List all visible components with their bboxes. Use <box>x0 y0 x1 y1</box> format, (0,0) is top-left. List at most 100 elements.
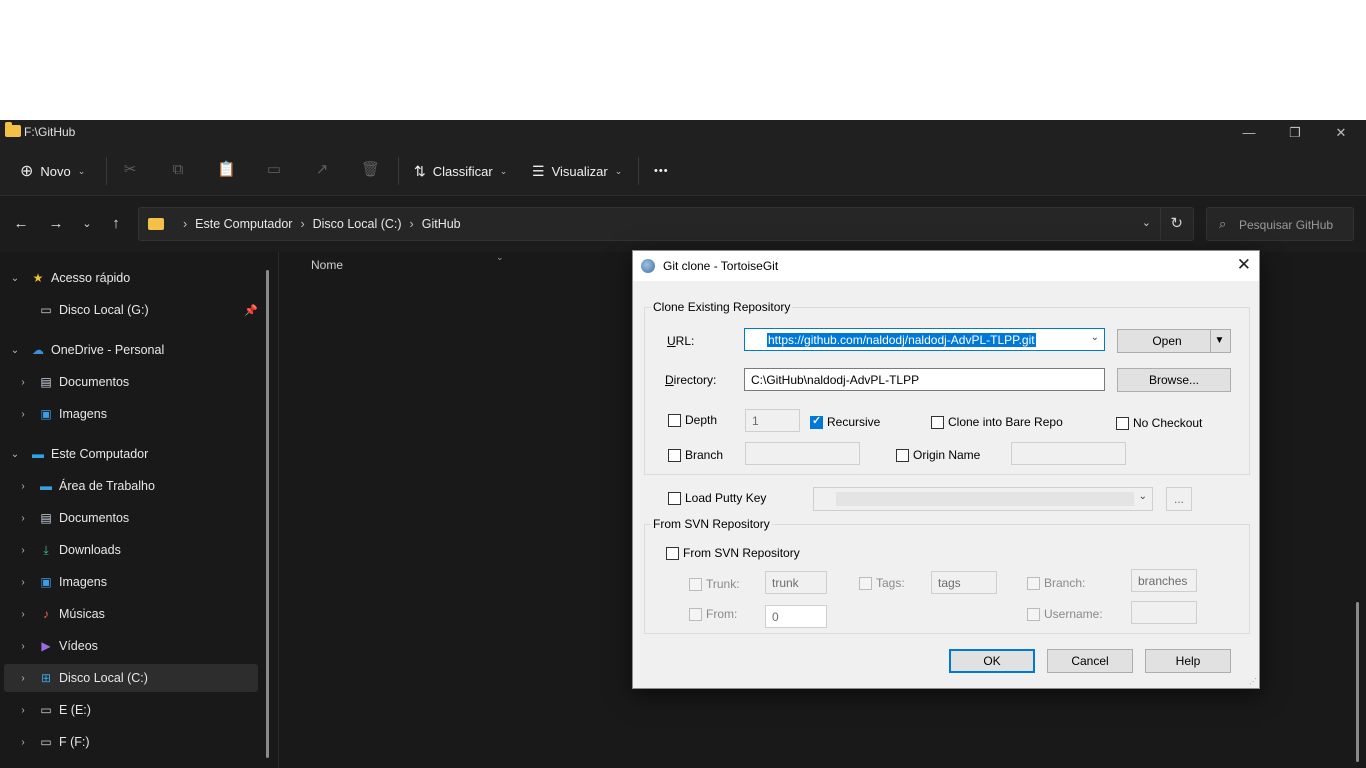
breadcrumb-item[interactable]: Disco Local (C:) <box>313 217 402 231</box>
sidebar-item[interactable]: › ▭ E (E:) <box>0 696 258 724</box>
bare-repo-checkbox[interactable]: Clone into Bare Repo <box>931 415 1063 429</box>
sidebar-item[interactable]: › ▣ Imagens <box>0 400 258 428</box>
chevron-down-icon: ⌄ <box>614 165 623 176</box>
chevron-down-icon[interactable]: ⌄ <box>1091 332 1099 343</box>
directory-field[interactable]: C:\GitHub\naldodj-AdvPL-TLPP <box>744 368 1105 391</box>
copy-icon[interactable]: ⧉ <box>169 161 187 179</box>
minimize-button[interactable]: — <box>1226 120 1272 146</box>
sidebar-item[interactable]: › ▤ Documentos <box>0 504 258 532</box>
address-bar[interactable]: › Este Computador › Disco Local (C:) › G… <box>138 207 1194 241</box>
trunk-field[interactable]: trunk <box>765 571 827 594</box>
from-checkbox[interactable]: From: <box>689 607 737 621</box>
help-button[interactable]: Help <box>1145 649 1231 673</box>
sidebar-item[interactable]: › ▶ Vídeos <box>0 632 258 660</box>
column-header-name[interactable]: Nome <box>311 258 343 272</box>
chevron-down-icon[interactable]: ⌄ <box>10 449 20 460</box>
up-arrow-icon[interactable]: ↑ <box>106 215 126 233</box>
share-icon[interactable]: ↗ <box>313 161 331 179</box>
close-icon[interactable]: ✕ <box>1237 255 1251 275</box>
sort-button[interactable]: ⇅ Classificar ⌄ <box>414 158 507 184</box>
cut-icon[interactable]: ✂ <box>121 161 139 179</box>
sidebar-item[interactable]: › ▭ F (F:) <box>0 728 258 756</box>
putty-browse-button[interactable]: ... <box>1166 487 1192 511</box>
chevron-right-icon[interactable]: › <box>18 737 28 748</box>
new-button[interactable]: ⊕ Novo ⌄ <box>20 158 85 184</box>
tags-field[interactable]: tags <box>931 571 997 594</box>
sidebar-item-label: Documentos <box>59 375 130 389</box>
rename-icon[interactable]: ▭ <box>265 161 283 179</box>
sidebar-item[interactable]: ⌄ ★ Acesso rápido <box>0 264 258 292</box>
branch-field[interactable] <box>745 442 860 465</box>
chevron-right-icon[interactable]: › <box>18 705 28 716</box>
chevron-right-icon[interactable]: › <box>18 641 28 652</box>
sidebar-item[interactable]: › ▤ Documentos <box>0 368 258 396</box>
sidebar-item[interactable]: › ♪ Músicas <box>0 600 258 628</box>
close-button[interactable]: ✕ <box>1318 120 1364 146</box>
svn-branch-checkbox[interactable]: Branch: <box>1027 576 1085 590</box>
search-box[interactable]: ⌕ Pesquisar GitHub <box>1206 207 1354 241</box>
origin-name-checkbox[interactable]: Origin Name <box>896 448 980 462</box>
depth-field[interactable]: 1 <box>745 409 800 432</box>
forward-arrow-icon[interactable]: → <box>46 215 66 233</box>
origin-name-field[interactable] <box>1011 442 1126 465</box>
svn-branch-field[interactable]: branches <box>1131 569 1197 592</box>
browse-button[interactable]: Browse... <box>1117 368 1231 392</box>
resize-grip-icon[interactable]: ⋰ <box>1249 677 1257 686</box>
chevron-right-icon[interactable]: › <box>18 577 28 588</box>
tags-checkbox[interactable]: Tags: <box>859 576 905 590</box>
breadcrumb-chevron-icon: › <box>409 217 414 231</box>
ok-button[interactable]: OK <box>949 649 1035 673</box>
chevron-down-icon[interactable]: ⌄ <box>10 345 20 356</box>
open-dropdown-icon[interactable]: ▼ <box>1210 330 1228 352</box>
chevron-right-icon[interactable]: › <box>18 673 28 684</box>
view-button[interactable]: ☰ Visualizar ⌄ <box>532 158 622 184</box>
back-arrow-icon[interactable]: ← <box>11 215 31 233</box>
username-field[interactable] <box>1131 601 1197 624</box>
sidebar-item[interactable]: › ▬ Área de Trabalho <box>0 472 258 500</box>
sidebar-item[interactable]: ⌄ ☁ OneDrive - Personal <box>0 336 258 364</box>
from-svn-checkbox[interactable]: From SVN Repository <box>666 546 800 560</box>
sidebar-scrollbar[interactable] <box>266 270 269 758</box>
chevron-right-icon[interactable]: › <box>18 609 28 620</box>
more-options-button[interactable]: ••• <box>654 158 669 184</box>
restore-button[interactable]: ❐ <box>1272 120 1318 146</box>
chevron-down-icon[interactable]: ⌄ <box>10 273 20 284</box>
url-combobox[interactable]: https://github.com/naldodj/naldodj-AdvPL… <box>744 328 1105 351</box>
breadcrumb-item[interactable]: Este Computador <box>195 217 292 231</box>
no-checkout-checkbox[interactable]: No Checkout <box>1116 416 1202 430</box>
chevron-right-icon[interactable]: › <box>18 545 28 556</box>
open-button[interactable]: Open ▼ <box>1117 329 1231 353</box>
address-dropdown-icon[interactable]: ⌄ <box>1142 216 1151 229</box>
trunk-checkbox[interactable]: Trunk: <box>689 577 740 591</box>
refresh-icon[interactable]: ↻ <box>1170 214 1183 232</box>
recursive-checkbox[interactable]: Recursive <box>810 414 881 429</box>
depth-checkbox[interactable]: Depth <box>668 413 717 427</box>
sidebar-item[interactable]: ›▭Disco Local (G:)📌 <box>0 296 258 324</box>
trunk-label: Trunk: <box>706 577 740 591</box>
branch-checkbox[interactable]: Branch <box>668 448 723 462</box>
search-placeholder: Pesquisar GitHub <box>1239 218 1334 232</box>
sidebar-item[interactable]: ⌄ ▬ Este Computador <box>0 440 258 468</box>
load-putty-key-checkbox[interactable]: Load Putty Key <box>668 491 766 505</box>
chevron-right-icon[interactable]: › <box>18 481 28 492</box>
recent-locations-icon[interactable]: ⌄ <box>77 215 97 233</box>
paste-icon[interactable]: 📋 <box>217 161 236 179</box>
drive-icon: ▭ <box>40 703 52 717</box>
sidebar-item[interactable]: › ⊞ Disco Local (C:) <box>4 664 258 692</box>
recursive-label: Recursive <box>827 415 881 429</box>
content-scrollbar[interactable] <box>1356 602 1359 762</box>
url-value: https://github.com/naldodj/naldodj-AdvPL… <box>767 333 1036 347</box>
delete-icon[interactable]: 🗑 <box>361 161 380 179</box>
browse-button-label: Browse... <box>1148 373 1199 387</box>
sidebar-item[interactable]: › ⤓ Downloads <box>0 536 258 564</box>
cancel-button[interactable]: Cancel <box>1047 649 1133 673</box>
breadcrumb-item[interactable]: GitHub <box>422 217 461 231</box>
from-field[interactable]: 0 <box>765 605 827 628</box>
chevron-right-icon[interactable]: › <box>18 409 28 420</box>
sidebar-item[interactable]: › ▣ Imagens <box>0 568 258 596</box>
putty-key-combobox[interactable]: ⌄ <box>813 487 1153 511</box>
username-checkbox[interactable]: Username: <box>1027 607 1103 621</box>
sidebar-item-label: Este Computador <box>51 447 149 461</box>
chevron-right-icon[interactable]: › <box>18 377 28 388</box>
chevron-right-icon[interactable]: › <box>18 513 28 524</box>
